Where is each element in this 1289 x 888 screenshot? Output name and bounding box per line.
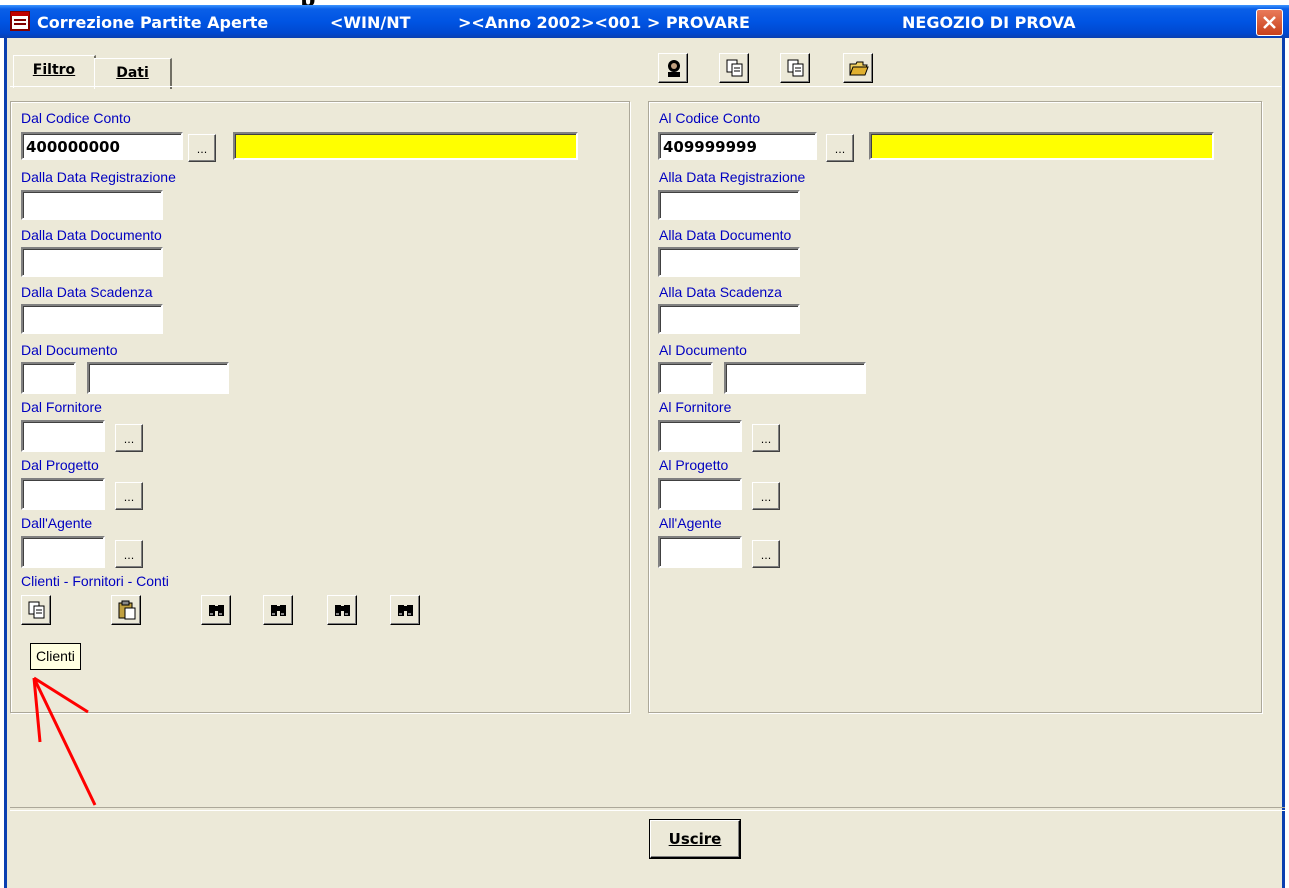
from-account-description (233, 132, 578, 160)
window-year: ><Anno 2002><001 > PROVARE (458, 13, 750, 32)
tab-divider (10, 86, 1281, 87)
person-button[interactable] (658, 53, 688, 83)
copy-icon (28, 601, 45, 619)
annotation-arrow-icon (32, 676, 97, 806)
window-system: <WIN/NT (330, 13, 411, 32)
copy-button-1[interactable] (719, 53, 749, 83)
to-document-label: Al Documento (659, 342, 747, 358)
from-project-lookup-button[interactable]: ... (115, 482, 143, 510)
close-icon (1263, 16, 1276, 29)
paste-icon (118, 600, 136, 620)
person-icon (668, 60, 680, 77)
to-supplier-input[interactable] (658, 420, 742, 452)
from-account-code-input[interactable]: 400000000 (21, 132, 183, 160)
to-project-input[interactable] (658, 478, 742, 510)
paste-button[interactable] (111, 595, 141, 625)
from-agent-label: Dall'Agente (21, 515, 93, 531)
from-agent-lookup-button[interactable]: ... (115, 540, 143, 568)
footer-separator (10, 807, 1285, 811)
from-document-date-input[interactable] (21, 247, 163, 277)
from-project-input[interactable] (21, 478, 105, 510)
to-account-description (869, 132, 1214, 160)
from-document-series-input[interactable] (21, 362, 76, 394)
to-account-lookup-button[interactable]: ... (826, 134, 854, 162)
from-account-code-label: Dal Codice Conto (21, 110, 131, 126)
open-folder-icon (849, 61, 869, 76)
to-due-date-input[interactable] (658, 304, 800, 334)
from-project-label: Dal Progetto (21, 457, 99, 473)
to-document-date-label: Alla Data Documento (659, 227, 792, 243)
tab-filtro-label: Filtro (32, 62, 76, 78)
binoculars-icon (335, 605, 350, 616)
to-supplier-lookup-button[interactable]: ... (752, 424, 780, 452)
from-document-number-input[interactable] (87, 362, 229, 394)
from-account-lookup-button[interactable]: ... (188, 134, 216, 162)
to-registration-date-input[interactable] (658, 190, 800, 220)
from-supplier-label: Dal Fornitore (21, 399, 102, 415)
close-button[interactable] (1256, 9, 1283, 36)
tab-dati[interactable]: Dati (94, 58, 172, 89)
open-folder-button[interactable] (843, 53, 873, 83)
to-registration-date-label: Alla Data Registrazione (659, 169, 806, 185)
clients-tooltip: Clienti (30, 643, 81, 670)
search-button-3[interactable] (327, 595, 357, 625)
to-project-label: Al Progetto (659, 457, 729, 473)
search-button-4[interactable] (390, 595, 420, 625)
window-title: Correzione Partite Aperte (37, 13, 269, 32)
from-registration-date-label: Dalla Data Registrazione (21, 169, 176, 185)
from-due-date-input[interactable] (21, 304, 163, 334)
from-supplier-lookup-button[interactable]: ... (115, 424, 143, 452)
tab-dati-label: Dati (116, 65, 149, 81)
to-document-series-input[interactable] (658, 362, 713, 394)
window-shop: NEGOZIO DI PROVA (902, 13, 1076, 32)
exit-button[interactable]: Uscire (650, 820, 740, 858)
to-account-code-label: Al Codice Conto (659, 110, 761, 126)
binoculars-icon (271, 605, 286, 616)
search-button-1[interactable] (201, 595, 231, 625)
to-account-code-input[interactable]: 409999999 (658, 132, 817, 160)
clients-suppliers-accounts-label: Clienti - Fornitori - Conti (21, 573, 169, 589)
copy-icon (726, 59, 743, 77)
title-bar[interactable]: Correzione Partite Aperte <WIN/NT ><Anno… (0, 5, 1289, 38)
copy-button-2[interactable] (780, 53, 810, 83)
from-supplier-input[interactable] (21, 420, 105, 452)
to-agent-label: All'Agente (659, 515, 722, 531)
to-document-number-input[interactable] (724, 362, 866, 394)
to-agent-lookup-button[interactable]: ... (752, 540, 780, 568)
to-supplier-label: Al Fornitore (659, 399, 732, 415)
binoculars-icon (398, 605, 413, 616)
window-client: Filtro Dati Dal Codice Conto 400000000 .… (4, 38, 1285, 888)
to-due-date-label: Alla Data Scadenza (659, 284, 782, 300)
binoculars-icon (209, 605, 224, 616)
application-window: Correzione Partite Aperte <WIN/NT ><Anno… (0, 0, 1289, 888)
clients-button[interactable] (21, 595, 51, 625)
to-agent-input[interactable] (658, 536, 742, 568)
exit-button-label: Uscire (668, 830, 722, 848)
to-document-date-input[interactable] (658, 247, 800, 277)
from-registration-date-input[interactable] (21, 190, 163, 220)
from-document-label: Dal Documento (21, 342, 118, 358)
search-button-2[interactable] (263, 595, 293, 625)
from-agent-input[interactable] (21, 536, 105, 568)
to-project-lookup-button[interactable]: ... (752, 482, 780, 510)
tab-filtro[interactable]: Filtro (13, 55, 96, 88)
from-document-date-label: Dalla Data Documento (21, 227, 162, 243)
app-icon (10, 11, 30, 31)
copy-icon (787, 59, 804, 77)
from-due-date-label: Dalla Data Scadenza (21, 284, 153, 300)
